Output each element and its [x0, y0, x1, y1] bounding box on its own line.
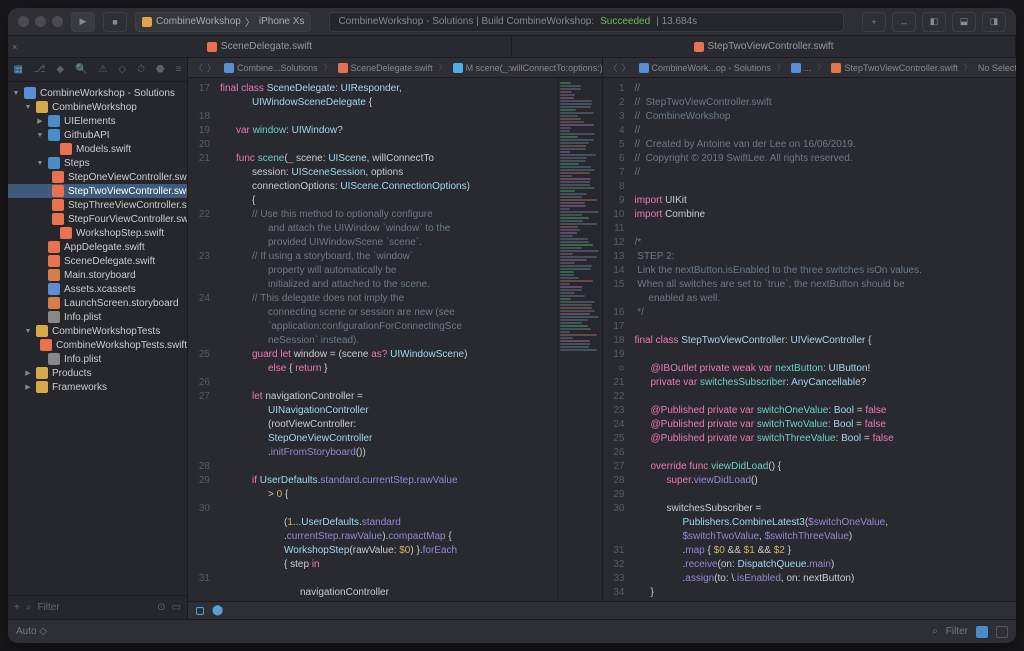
code-editor-right[interactable]: 12345678910111213141516171819○2122232425…	[603, 78, 1017, 601]
tree-item[interactable]: ▼GithubAPI	[8, 128, 187, 142]
fwd-icon[interactable]: 〉	[207, 61, 216, 74]
tree-item[interactable]: Info.plist	[8, 310, 187, 324]
editor-split: 〈〉 Combine...Solutions SceneDelegate.swi…	[188, 58, 1016, 601]
zoom-dot[interactable]	[52, 16, 63, 27]
navigator-panel: ▦ ⎇ ◆ 🔍 ⚠ ◇ ⏱ ⬣ ≡ ▼CombineWorkshop - Sol…	[8, 58, 188, 619]
tree-item[interactable]: SceneDelegate.swift	[8, 254, 187, 268]
stop-button[interactable]: ■	[103, 12, 127, 32]
console-pane-toggle[interactable]	[996, 626, 1008, 638]
file-tree[interactable]: ▼CombineWorkshop - Solutions▼CombineWork…	[8, 82, 187, 595]
activity-time: | 13.684s	[656, 16, 697, 27]
swift-icon	[207, 42, 217, 52]
fwd-icon[interactable]: 〉	[622, 61, 631, 74]
gutter[interactable]: 12345678910111213141516171819○2122232425…	[603, 78, 631, 601]
toggle-bottom-panel[interactable]: ⬓	[952, 12, 976, 32]
tree-item[interactable]: Main.storyboard	[8, 268, 187, 282]
tree-item[interactable]: StepThreeViewController.swift	[8, 198, 187, 212]
tree-item[interactable]: ▼CombineWorkshop	[8, 100, 187, 114]
tree-item[interactable]: ▶UIElements	[8, 114, 187, 128]
variables-view-mode[interactable]: Auto ◇	[16, 626, 47, 637]
report-navigator-icon[interactable]: ≡	[176, 64, 182, 75]
tab-label: StepTwoViewController.swift	[708, 41, 834, 52]
tab-scene-delegate[interactable]: × SceneDelegate.swift	[8, 36, 512, 57]
tree-item[interactable]: StepTwoViewController.swift	[8, 184, 187, 198]
library-button[interactable]: +	[862, 12, 886, 32]
activity-status: Succeeded	[600, 16, 650, 27]
tree-item[interactable]: WorkshopStep.swift	[8, 226, 187, 240]
titlebar: ▶ ■ CombineWorkshop 〉 iPhone Xs CombineW…	[8, 8, 1016, 36]
tree-item[interactable]: AppDelegate.swift	[8, 240, 187, 254]
activity-text: CombineWorkshop - Solutions | Build Comb…	[338, 16, 594, 27]
tree-item[interactable]: Models.swift	[8, 142, 187, 156]
breakpoint-toggle[interactable]	[196, 607, 204, 615]
source[interactable]: //// StepTwoViewController.swift// Combi…	[631, 78, 1017, 601]
test-navigator-icon[interactable]: ◇	[118, 64, 126, 75]
scheme-device: iPhone Xs	[259, 16, 305, 27]
add-icon[interactable]: +	[14, 602, 20, 613]
source-control-icon[interactable]: ⎇	[34, 64, 46, 75]
tree-item[interactable]: StepOneViewController.swift	[8, 170, 187, 184]
breakpoint-navigator-icon[interactable]: ⬣	[156, 64, 165, 75]
close-dot[interactable]	[18, 16, 29, 27]
filter-icon: ⌕	[932, 626, 938, 637]
scm-icon[interactable]: ▭	[172, 602, 181, 613]
console-prompt-icon: ⬤	[212, 605, 223, 616]
traffic-lights	[18, 16, 63, 27]
tab-label: SceneDelegate.swift	[221, 41, 312, 52]
code-editor-left[interactable]: 171819202122232425262728293031 final cla…	[188, 78, 602, 601]
debug-bar: ⬤	[188, 601, 1016, 619]
editor-pane-right: 〈〉 CombineWork...op - Solutions ... Step…	[603, 58, 1017, 601]
scheme-target: CombineWorkshop	[156, 16, 241, 27]
tab-steptwo[interactable]: StepTwoViewController.swift	[512, 36, 1016, 57]
recent-icon[interactable]: ⊙	[157, 602, 165, 613]
console-filter[interactable]: Filter	[946, 626, 968, 637]
breadcrumb-left[interactable]: 〈〉 Combine...Solutions SceneDelegate.swi…	[188, 58, 602, 78]
tree-item[interactable]: CombineWorkshopTests.swift	[8, 338, 187, 352]
swift-icon	[694, 42, 704, 52]
tree-item[interactable]: Info.plist	[8, 352, 187, 366]
tree-item[interactable]: ▼CombineWorkshop - Solutions	[8, 86, 187, 100]
filter-placeholder[interactable]: Filter	[37, 602, 59, 613]
issue-navigator-icon[interactable]: ⚠	[99, 64, 108, 75]
code-review-button[interactable]: ↔	[892, 12, 916, 32]
tree-item[interactable]: ▼CombineWorkshopTests	[8, 324, 187, 338]
tree-item[interactable]: ▶Frameworks	[8, 380, 187, 394]
back-icon[interactable]: 〈	[609, 61, 618, 74]
minimap[interactable]	[557, 78, 602, 601]
chevron-right-icon: 〉	[245, 14, 255, 29]
close-icon[interactable]: ×	[12, 42, 17, 52]
debug-navigator-icon[interactable]: ⏱	[137, 64, 145, 75]
editors-region: 〈〉 Combine...Solutions SceneDelegate.swi…	[188, 58, 1016, 619]
tree-item[interactable]: ▼Steps	[8, 156, 187, 170]
source[interactable]: final class SceneDelegate: UIResponder,U…	[216, 78, 557, 601]
filter-icon: ⌕	[26, 602, 32, 613]
navigator-tabs: ▦ ⎇ ◆ 🔍 ⚠ ◇ ⏱ ⬣ ≡	[8, 58, 187, 82]
symbol-navigator-icon[interactable]: ◆	[56, 64, 64, 75]
editor-pane-left: 〈〉 Combine...Solutions SceneDelegate.swi…	[188, 58, 603, 601]
project-navigator-icon[interactable]: ▦	[13, 64, 22, 75]
activity-viewer: CombineWorkshop - Solutions | Build Comb…	[329, 12, 844, 32]
variables-pane-toggle[interactable]	[976, 626, 988, 638]
gutter[interactable]: 171819202122232425262728293031	[188, 78, 216, 601]
navigator-filter-bar: + ⌕ Filter ⊙ ▭	[8, 595, 187, 619]
body: ▦ ⎇ ◆ 🔍 ⚠ ◇ ⏱ ⬣ ≡ ▼CombineWorkshop - Sol…	[8, 58, 1016, 619]
scheme-selector[interactable]: CombineWorkshop 〉 iPhone Xs	[135, 12, 311, 32]
tree-item[interactable]: Assets.xcassets	[8, 282, 187, 296]
toggle-right-panel[interactable]: ◨	[982, 12, 1006, 32]
tree-item[interactable]: LaunchScreen.storyboard	[8, 296, 187, 310]
tab-bar: × SceneDelegate.swift StepTwoViewControl…	[8, 36, 1016, 58]
xcode-window: ▶ ■ CombineWorkshop 〉 iPhone Xs CombineW…	[8, 8, 1016, 643]
run-button[interactable]: ▶	[71, 12, 95, 32]
tree-item[interactable]: ▶Products	[8, 366, 187, 380]
breadcrumb-right[interactable]: 〈〉 CombineWork...op - Solutions ... Step…	[603, 58, 1017, 78]
find-navigator-icon[interactable]: 🔍	[75, 64, 87, 75]
footer-bar: Auto ◇ ⌕ Filter	[8, 619, 1016, 643]
app-icon	[142, 17, 152, 27]
minimize-dot[interactable]	[35, 16, 46, 27]
back-icon[interactable]: 〈	[194, 61, 203, 74]
toggle-left-panel[interactable]: ◧	[922, 12, 946, 32]
tree-item[interactable]: StepFourViewController.swift	[8, 212, 187, 226]
